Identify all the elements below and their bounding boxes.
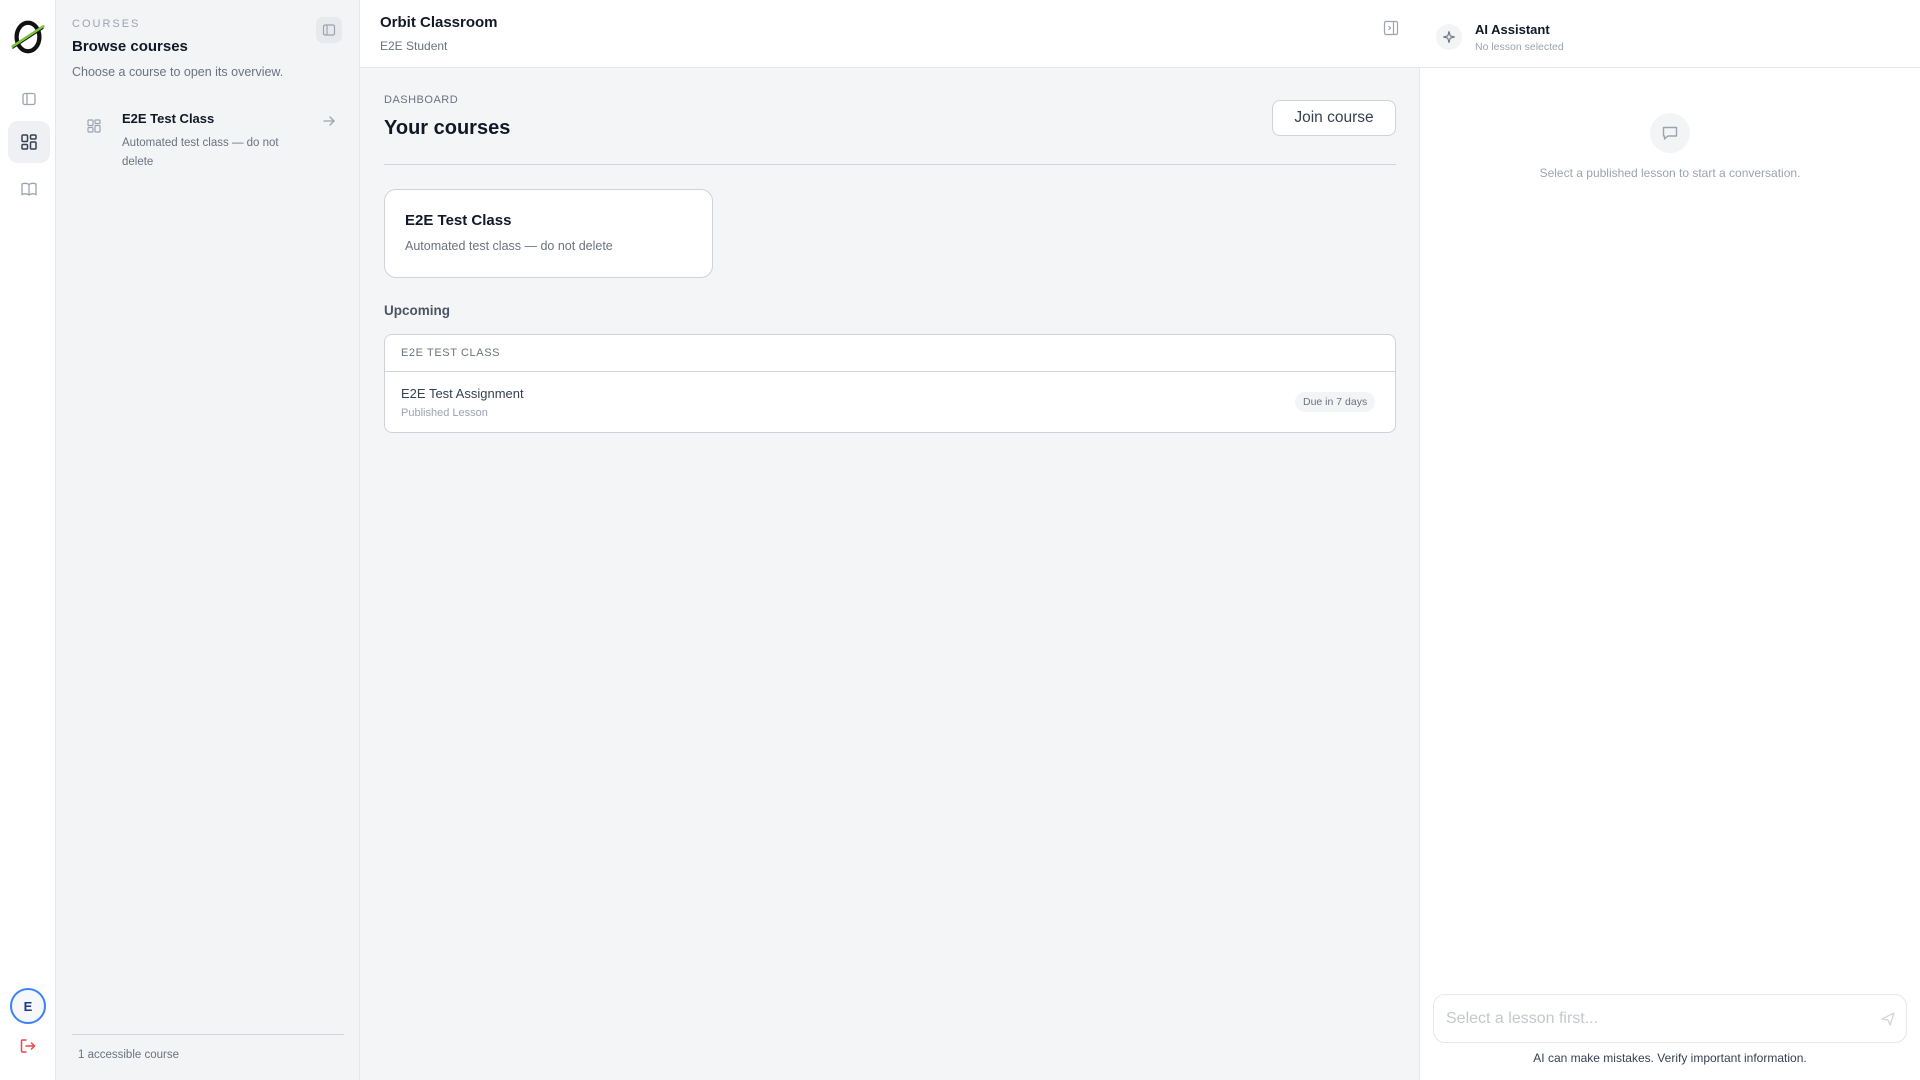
ai-disclaimer: AI can make mistakes. Verify important i… [1533,1051,1807,1065]
panel-left-icon [322,24,336,36]
app-rail: E [0,0,56,1080]
assignment-name: E2E Test Assignment [401,386,524,401]
page-title: Your courses [384,117,511,139]
assistant-status: No lesson selected [1475,41,1564,53]
message-input[interactable] [1446,1007,1846,1031]
course-card[interactable]: E2E Test Class Automated test class — do… [384,189,713,278]
send-icon[interactable] [1880,1011,1896,1027]
section-kicker: COURSES [72,18,141,30]
upcoming-heading: Upcoming [384,303,450,318]
join-course-button[interactable]: Join course [1272,100,1396,136]
upcoming-list: E2E TEST CLASS E2E Test Assignment Publi… [384,334,1396,433]
sidebar-toggle-icon [22,92,36,106]
top-bar: Orbit Classroom E2E Student [360,0,1420,68]
dashboard-kicker: DASHBOARD [384,94,459,106]
arrow-right-icon [323,116,335,126]
divider [384,164,1396,165]
assistant-header: AI Assistant No lesson selected [1420,0,1920,68]
upcoming-group-name: E2E TEST CLASS [401,347,501,359]
grid-icon [87,119,101,133]
main-content: Orbit Classroom E2E Student DASHBOARD Yo… [360,0,1420,1080]
dashboard-nav-button[interactable] [8,121,50,163]
empty-state-message: Select a published lesson to start a con… [1539,166,1801,180]
logout-icon[interactable] [18,1036,38,1056]
course-card-name: E2E Test Class [405,212,512,229]
due-badge: Due in 7 days [1295,392,1376,412]
message-composer [1433,994,1907,1043]
collapse-sidebar-button[interactable] [316,17,342,43]
orbit-logo[interactable] [9,18,47,56]
sparkle-icon [1436,24,1462,50]
sidebar-course-item[interactable]: E2E Test Class Automated test class — do… [72,106,344,176]
chat-bubble-icon [1650,113,1690,153]
book-icon [21,182,37,196]
ai-assistant-panel: AI Assistant No lesson selected Select a… [1420,0,1920,1080]
assignment-type: Published Lesson [401,407,488,419]
app-title: Orbit Classroom [380,14,498,31]
course-card-description: Automated test class — do not delete [405,239,613,253]
course-name: E2E Test Class [122,111,215,126]
course-count: 1 accessible course [78,1049,179,1061]
course-description: Automated test class — do not delete [122,137,279,168]
dashboard-icon [21,134,37,150]
sidebar-toggle-button[interactable] [8,78,50,120]
sidebar-divider [72,1034,344,1035]
upcoming-group-header: E2E TEST CLASS [385,335,1395,372]
user-role: E2E Student [380,39,448,53]
library-nav-button[interactable] [8,168,50,210]
sidebar-title: Browse courses [72,38,188,55]
panel-right-icon[interactable] [1382,19,1400,37]
course-sidebar: COURSES Browse courses Choose a course t… [56,0,360,1080]
assistant-title: AI Assistant [1475,22,1550,37]
sidebar-subtitle: Choose a course to open its overview. [72,65,284,79]
user-avatar[interactable]: E [10,988,46,1024]
